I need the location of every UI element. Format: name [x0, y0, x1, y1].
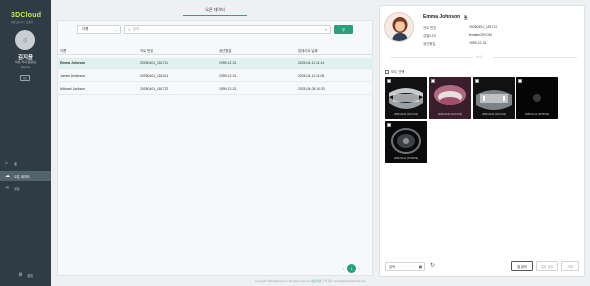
gear-icon: ⚙ — [18, 272, 23, 278]
tab-open-data[interactable]: 오픈 데이터 — [183, 6, 247, 16]
open-viewer-button[interactable]: 열 뷰어 — [511, 261, 533, 271]
refresh-icon[interactable]: ↻ — [430, 262, 435, 269]
image-checkbox[interactable] — [475, 79, 479, 83]
next-page-icon[interactable]: › — [359, 267, 360, 271]
field-value: 20250401_151711 — [469, 25, 498, 29]
sidebar-item-label: 홈 — [14, 161, 17, 166]
search-type-value: 이름 — [82, 27, 89, 31]
delete-button[interactable]: 삭제 — [561, 261, 579, 271]
image-checkbox[interactable] — [387, 79, 391, 83]
cell-birth: 1999-12-31 — [219, 61, 237, 65]
cell-birth: 1999-12-31 — [219, 74, 237, 78]
search-placeholder: 검색 — [132, 27, 140, 31]
column-header-updated[interactable]: 업데이트 날짜 — [295, 46, 373, 54]
home-icon: ⌂ — [5, 160, 9, 166]
image-checkbox[interactable] — [518, 79, 522, 83]
column-header-birth[interactable]: 생년월일 — [216, 46, 295, 54]
images-divider-label: 이미지 — [476, 56, 484, 59]
divider — [390, 57, 473, 58]
field-label: 성별/나이 — [423, 34, 437, 38]
image-checkbox[interactable] — [431, 79, 435, 83]
cell-updated: 2025-04-11 11:08 — [298, 74, 325, 78]
prev-page-icon[interactable]: ‹ — [343, 267, 344, 271]
sidebar-item-open-data[interactable]: ☁ 오픈 데이터 — [0, 171, 51, 181]
table-row[interactable]: Michael Jackson 20250401_151722 1999-12-… — [57, 84, 373, 95]
search-type-select[interactable]: 이름 ⌄ — [77, 25, 121, 34]
sidebar-item-share[interactable]: ⋖ 공유 — [0, 183, 51, 193]
image-date: 2025-04-04 (10:13:44) — [394, 113, 418, 116]
patient-field-gender-age: 성별/나이 female/25YOM — [423, 33, 492, 38]
app-logo-subtitle: 덴탈 클라우드 플랫폼 — [11, 21, 34, 24]
table-row[interactable]: Emma Johnson 20250401_151711 1999-12-31 … — [57, 58, 373, 69]
document-icon[interactable]: 🗎 — [464, 14, 468, 22]
cell-chart: 20250401_151513 — [140, 74, 169, 78]
footer: Copyright ©3dentalCloud co. All rights r… — [255, 279, 366, 283]
patient-name: Emma Johnson — [423, 14, 461, 20]
page-number[interactable]: 1 — [347, 264, 357, 273]
generate-result-button[interactable]: 결과 생성 — [536, 261, 558, 271]
cell-updated: 2025-04-11 11:14 — [298, 61, 325, 65]
table-header: 이름 차트 번호 생년월일 업데이트 날짜 — [57, 46, 373, 55]
checkbox-icon — [385, 69, 389, 74]
sidebar-item-label: 설정 — [27, 273, 33, 278]
image-date: 2025-04-04 (10:13:44) — [482, 113, 506, 116]
image-thumbnail[interactable]: 2025-04-12 (15:58:09) — [516, 77, 558, 119]
avatar-initial: 김 — [22, 37, 28, 44]
search-input[interactable]: ⚲ 검색 × — [124, 25, 331, 34]
terms-link[interactable]: 이용 약관 — [311, 280, 321, 283]
sidebar-item-label: 공유 — [14, 186, 20, 191]
image-date: 2025-04-12 (15:58:09) — [525, 113, 549, 116]
cell-name: Emma Johnson — [60, 61, 86, 65]
footer-contact: 고객 지원: contact@3dentalCloud.com — [322, 280, 366, 283]
chevron-down-icon: ⌄ — [114, 27, 117, 32]
select-all-checkbox[interactable]: 모두 선택 — [385, 69, 404, 74]
image-date: 2025-04-04 (10:13:44) — [438, 113, 462, 116]
patient-field-birth: 생년월일 1999-12-31 — [423, 41, 486, 46]
search-button[interactable]: ⚲ — [334, 25, 353, 34]
patient-field-chart: 차트 번호 20250401_151711 — [423, 25, 497, 30]
cell-chart: 20250401_151722 — [140, 87, 169, 91]
cell-name: James Anderson — [60, 74, 86, 78]
avatar[interactable]: 김 — [15, 30, 35, 50]
field-label: 차트 번호 — [423, 26, 437, 30]
pagination: ‹ 1 › — [340, 264, 363, 273]
date-filter-value: 검색 — [389, 265, 395, 269]
sidebar-item-label: 오픈 데이터 — [14, 174, 30, 179]
image-thumbnail[interactable]: 2025-04-04 (10:13:44) — [473, 77, 515, 119]
calendar-icon[interactable]: ▦ — [419, 265, 422, 269]
sidebar: 3DCloud 덴탈 클라우드 플랫폼 김 김지윤 덕유 치과 원장님 Dent… — [0, 0, 51, 286]
image-date: 2025-04-12 (15:58:09) — [394, 157, 418, 160]
app-logo[interactable]: 3DCloud — [11, 12, 41, 19]
cell-birth: 1999-12-31 — [219, 87, 237, 91]
table-row[interactable]: James Anderson 20250401_151513 1999-12-3… — [57, 71, 373, 82]
share-icon: ⋖ — [5, 185, 10, 191]
sidebar-item-home[interactable]: ⌂ 홈 — [0, 158, 51, 168]
field-value: female/25YOM — [469, 33, 492, 37]
date-filter-input[interactable]: 검색 ▦ — [385, 262, 425, 271]
patient-photo — [384, 12, 414, 42]
image-checkbox[interactable] — [387, 123, 391, 127]
user-clinic: 덕유 치과 원장님 — [15, 60, 36, 64]
cloud-icon: ☁ — [5, 173, 10, 179]
column-header-chart[interactable]: 차트 번호 — [137, 46, 216, 54]
select-all-label: 모두 선택 — [391, 70, 405, 74]
divider — [493, 57, 577, 58]
cell-updated: 2025-04-08 10:33 — [298, 87, 325, 91]
image-thumbnail[interactable]: 2025-04-04 (10:13:44) — [429, 77, 471, 119]
cell-name: Michael Jackson — [60, 87, 86, 91]
sidebar-item-settings[interactable]: ⚙ 설정 — [0, 270, 51, 280]
user-info-button[interactable]: 정보 — [20, 75, 30, 81]
field-value: 1999-12-31 — [469, 41, 487, 45]
search-icon: ⚲ — [128, 27, 131, 32]
clear-icon[interactable]: × — [325, 27, 327, 32]
field-label: 생년월일 — [423, 42, 436, 46]
column-header-name[interactable]: 이름 — [57, 46, 137, 54]
search-icon: ⚲ — [342, 27, 345, 32]
image-thumbnail[interactable]: 2025-04-12 (15:58:09) — [385, 121, 427, 163]
user-role: Dentist — [20, 65, 31, 69]
cell-chart: 20250401_151711 — [140, 61, 169, 65]
footer-copyright: Copyright ©3dentalCloud co. All rights r… — [255, 280, 311, 283]
image-thumbnail[interactable]: 2025-04-04 (10:13:44) — [385, 77, 427, 119]
